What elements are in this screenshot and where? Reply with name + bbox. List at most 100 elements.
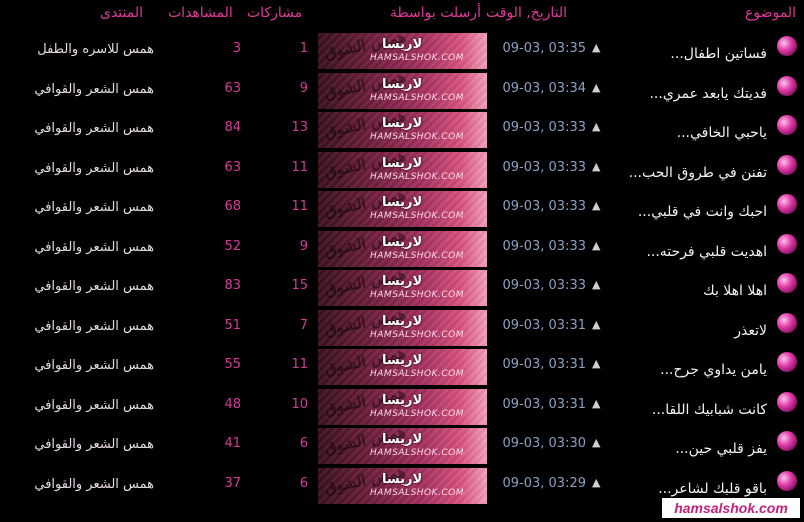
row-topic-link[interactable]: تفنن في طروق الحب... — [604, 165, 767, 181]
table-row: همس الشعر والقوافي 68 11 همس الشوق لاريس… — [0, 190, 804, 230]
row-poster-link[interactable]: لاريسا — [382, 314, 422, 329]
last-post-arrow-icon[interactable]: ▲ — [592, 199, 600, 212]
row-topic-link[interactable]: فديتك يابعد عمري... — [604, 86, 767, 102]
row-poster-link[interactable]: لاريسا — [382, 235, 422, 250]
row-posts-link[interactable]: 15 — [250, 278, 308, 293]
row-poster-link[interactable]: لاريسا — [382, 156, 422, 171]
table-row: همس الشعر والقوافي 83 15 همس الشوق لاريس… — [0, 269, 804, 309]
row-poster-link[interactable]: لاريسا — [382, 393, 422, 408]
header-posts[interactable]: مشاركات — [247, 5, 302, 21]
row-topic-link[interactable]: احبك وانت في قلبي... — [604, 204, 767, 220]
header-topic[interactable]: الموضوع — [745, 5, 796, 21]
row-poster-link[interactable]: لاريسا — [382, 353, 422, 368]
row-datetime: 09-03, 03:30 — [502, 436, 586, 451]
row-views: 52 — [224, 238, 241, 254]
row-topic-link[interactable]: ياحبي الخافي... — [604, 125, 767, 141]
header-forum[interactable]: المنتدى — [100, 5, 143, 21]
row-topic-link[interactable]: فساتين اطفال... — [604, 46, 767, 62]
row-forum-link[interactable]: همس الشعر والقوافي — [2, 358, 154, 373]
poster-banner: همس الشوق لاريسا HAMSALSHOK.COM — [318, 349, 487, 385]
row-poster-link[interactable]: لاريسا — [382, 195, 422, 210]
row-forum-link[interactable]: همس الشعر والقوافي — [2, 240, 154, 255]
row-poster-link[interactable]: لاريسا — [382, 432, 422, 447]
row-forum-link[interactable]: همس الشعر والقوافي — [2, 121, 154, 136]
last-post-arrow-icon[interactable]: ▲ — [592, 357, 600, 370]
row-topic-link[interactable]: لاتعذر — [604, 323, 767, 339]
table-row: همس الشعر والقوافي 52 9 همس الشوق لاريسا… — [0, 230, 804, 270]
banner-site: HAMSALSHOK.COM — [370, 132, 465, 142]
row-posts-link[interactable]: 11 — [250, 199, 308, 214]
poster-banner: همس الشوق لاريسا HAMSALSHOK.COM — [318, 309, 487, 346]
row-views: 68 — [224, 199, 241, 214]
banner-site: HAMSALSHOK.COM — [370, 92, 465, 103]
row-posts-link[interactable]: 7 — [250, 318, 308, 333]
row-posts-link[interactable]: 9 — [250, 239, 308, 254]
header-datetime[interactable]: التاريخ, الوقت — [486, 5, 567, 21]
row-poster-link[interactable]: لاريسا — [382, 116, 422, 131]
row-posts-link[interactable]: 1 — [250, 41, 308, 56]
table-row: همس الشعر والقوافي 41 6 همس الشوق لاريسا… — [0, 427, 804, 467]
row-views: 48 — [224, 396, 241, 412]
pink-ball-icon — [777, 312, 797, 333]
poster-banner: همس الشوق لاريسا HAMSALSHOK.COM — [318, 191, 487, 227]
pink-ball-icon — [777, 431, 797, 451]
row-posts-link[interactable]: 6 — [250, 436, 308, 451]
pink-ball-icon — [777, 470, 797, 491]
row-forum-link[interactable]: همس الشعر والقوافي — [2, 200, 154, 215]
header-views[interactable]: المشاهدات — [168, 5, 233, 21]
last-post-arrow-icon[interactable]: ▲ — [592, 120, 600, 133]
row-forum-link[interactable]: همس الشعر والقوافي — [2, 279, 154, 294]
row-posts-link[interactable]: 10 — [250, 397, 308, 412]
pink-ball-icon — [777, 352, 797, 372]
row-posts-link[interactable]: 6 — [250, 476, 308, 491]
last-post-arrow-icon[interactable]: ▲ — [592, 397, 600, 410]
banner-site: HAMSALSHOK.COM — [370, 408, 465, 419]
row-views: 63 — [224, 159, 241, 175]
row-datetime: 09-03, 03:31 — [502, 396, 586, 412]
row-posts-link[interactable]: 11 — [250, 160, 308, 175]
row-topic-link[interactable]: يامن يداوي جرح... — [604, 362, 767, 378]
table-header: الموضوع التاريخ, الوقت أرسلت بواسطة مشار… — [0, 0, 804, 32]
last-post-arrow-icon[interactable]: ▲ — [592, 436, 600, 449]
pink-ball-icon — [777, 154, 797, 175]
banner-site: HAMSALSHOK.COM — [370, 369, 465, 379]
last-post-arrow-icon[interactable]: ▲ — [592, 476, 600, 489]
row-poster-link[interactable]: لاريسا — [382, 77, 422, 92]
row-topic-link[interactable]: اهلا اهلا بك — [604, 283, 767, 299]
row-topic-link[interactable]: باقو قلبك لشاعر... — [604, 481, 767, 497]
row-forum-link[interactable]: همس الشعر والقوافي — [2, 319, 154, 334]
row-posts-link[interactable]: 13 — [250, 120, 308, 135]
last-post-arrow-icon[interactable]: ▲ — [592, 318, 600, 331]
row-poster-link[interactable]: لاريسا — [382, 37, 422, 52]
row-datetime: 09-03, 03:35 — [502, 41, 586, 56]
row-forum-link[interactable]: همس الشعر والقوافي — [2, 398, 154, 413]
last-post-arrow-icon[interactable]: ▲ — [592, 239, 600, 252]
poster-banner: همس الشوق لاريسا HAMSALSHOK.COM — [318, 151, 487, 188]
banner-site: HAMSALSHOK.COM — [370, 53, 465, 63]
row-poster-link[interactable]: لاريسا — [382, 472, 422, 487]
banner-site: HAMSALSHOK.COM — [370, 487, 465, 498]
row-posts-link[interactable]: 11 — [250, 357, 308, 372]
header-posted-by[interactable]: أرسلت بواسطة — [390, 5, 481, 21]
row-datetime: 09-03, 03:29 — [502, 475, 586, 491]
row-topic-link[interactable]: اهديت قلبي فرحته... — [604, 244, 767, 260]
poster-banner: همس الشوق لاريسا HAMSALSHOK.COM — [318, 33, 487, 69]
last-post-arrow-icon[interactable]: ▲ — [592, 81, 600, 94]
poster-banner: همس الشوق لاريسا HAMSALSHOK.COM — [318, 467, 487, 504]
row-forum-link[interactable]: همس للاسره والطفل — [2, 42, 154, 57]
row-posts-link[interactable]: 9 — [250, 81, 308, 96]
last-post-arrow-icon[interactable]: ▲ — [592, 41, 600, 54]
row-topic-link[interactable]: كانت شبابيك اللقا... — [604, 402, 767, 418]
row-forum-link[interactable]: همس الشعر والقوافي — [2, 161, 154, 176]
row-topic-link[interactable]: يفز قلبي حين... — [604, 441, 767, 457]
row-views: 41 — [224, 436, 241, 451]
row-datetime: 09-03, 03:34 — [502, 80, 586, 96]
row-forum-link[interactable]: همس الشعر والقوافي — [2, 437, 154, 452]
last-post-arrow-icon[interactable]: ▲ — [592, 278, 600, 291]
pink-ball-icon — [777, 233, 797, 254]
row-forum-link[interactable]: همس الشعر والقوافي — [2, 82, 154, 97]
row-forum-link[interactable]: همس الشعر والقوافي — [2, 477, 154, 492]
table-row: همس الشعر والقوافي 63 9 همس الشوق لاريسا… — [0, 72, 804, 112]
row-poster-link[interactable]: لاريسا — [382, 274, 422, 289]
last-post-arrow-icon[interactable]: ▲ — [592, 160, 600, 173]
